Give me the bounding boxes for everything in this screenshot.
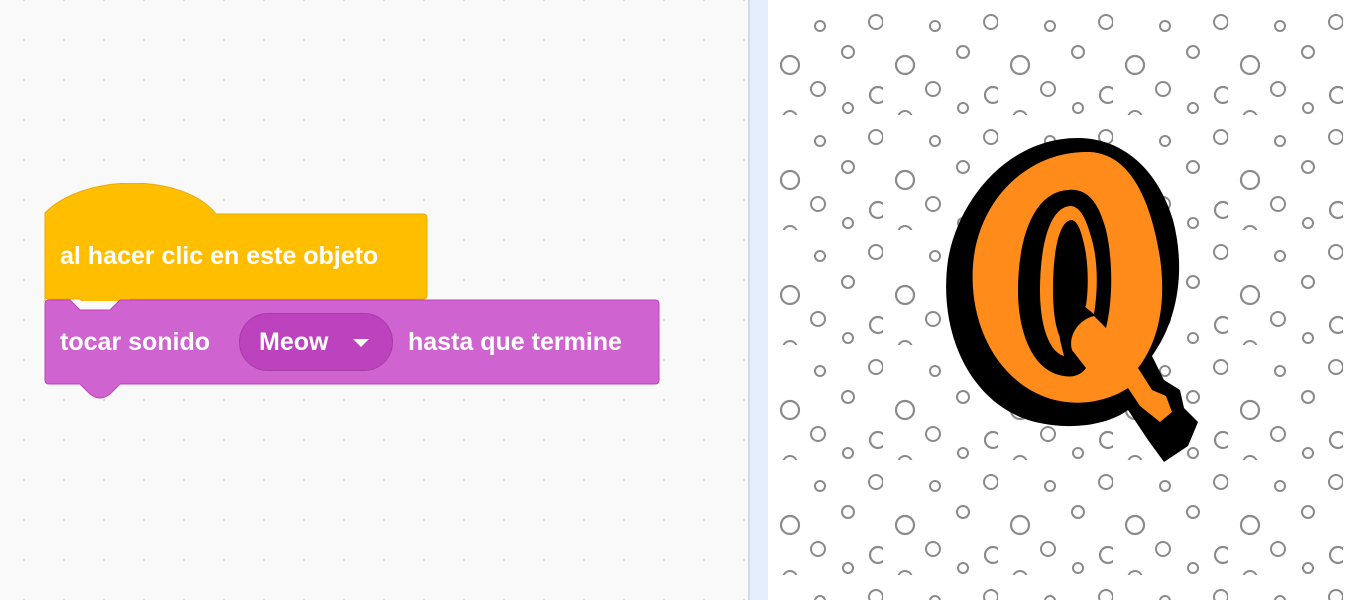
dropdown-arrow-icon bbox=[353, 339, 369, 347]
code-workspace[interactable]: al hacer clic en este objeto tocar sonid… bbox=[0, 0, 748, 600]
sound-menu-dropdown[interactable]: Meow bbox=[239, 313, 393, 371]
when-sprite-clicked-block[interactable]: al hacer clic en este objeto bbox=[44, 183, 428, 301]
play-sound-label: tocar sonido bbox=[60, 328, 211, 356]
stage-canvas[interactable] bbox=[768, 0, 1350, 600]
polka-dot-backdrop bbox=[768, 0, 1350, 600]
when-clicked-label: al hacer clic en este objeto bbox=[60, 242, 379, 270]
selected-sound-value: Meow bbox=[259, 328, 329, 356]
play-sound-until-done-block[interactable]: tocar sonido Meow hasta que termine bbox=[44, 299, 662, 403]
stage-border bbox=[750, 0, 768, 600]
until-done-label: hasta que termine bbox=[408, 328, 622, 356]
scratch-editor: al hacer clic en este objeto tocar sonid… bbox=[0, 0, 1350, 600]
